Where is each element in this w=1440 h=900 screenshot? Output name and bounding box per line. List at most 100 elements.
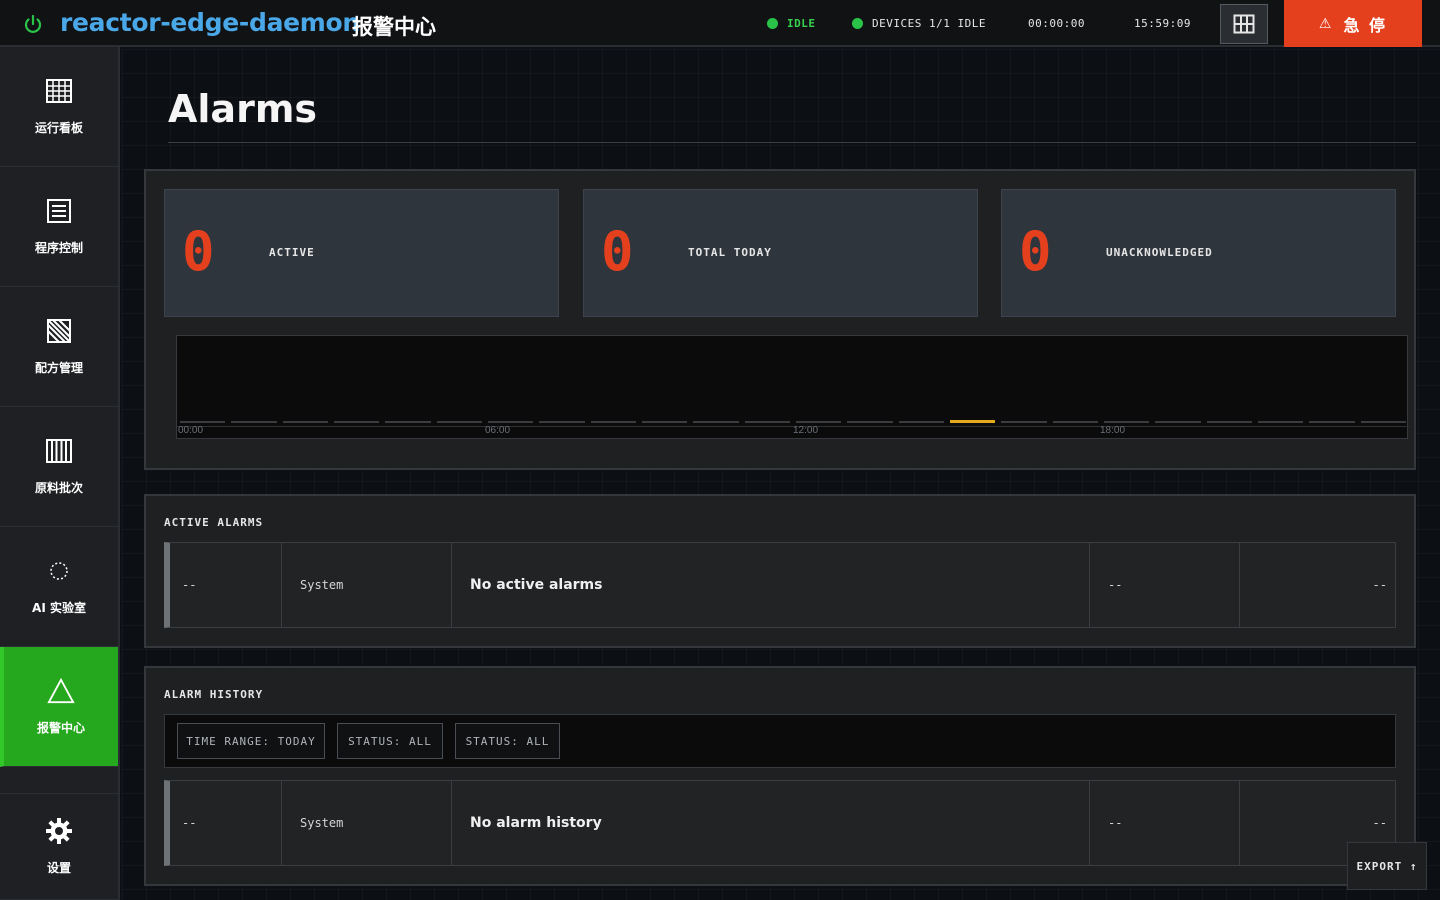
cell-time: -- (170, 543, 282, 627)
stat-label: TOTAL TODAY (688, 246, 772, 259)
timeline-hour-bar (950, 420, 996, 423)
layout-toggle-button[interactable] (1220, 4, 1268, 44)
sidebar-item-label: 设置 (46, 861, 71, 875)
sidebar-item-label: 运行看板 (34, 121, 83, 135)
filter-bar: TIME RANGE: TODAY STATUS: ALL STATUS: AL… (164, 714, 1396, 768)
section-title: ACTIVE ALARMS (164, 516, 264, 529)
stat-value: 0 (1019, 220, 1052, 283)
alarm-summary-panel: 0 ACTIVE 0 TOTAL TODAY 0 UNACKNOWLEDGED … (144, 169, 1416, 470)
cell-message-text: No alarm history (470, 815, 602, 831)
cell-source-text: System (300, 578, 344, 592)
table-row[interactable]: -- System No alarm history -- -- (164, 780, 1396, 866)
hatched-square-icon (45, 317, 73, 345)
cell-source-text: System (300, 816, 344, 830)
sidebar-item-label: 原料批次 (34, 481, 83, 495)
timeline-hour-bar (744, 421, 790, 423)
timeline-tick: 00:00 (178, 425, 204, 436)
warning-triangle-icon (47, 677, 75, 705)
sidebar-item-program-control[interactable]: 程序控制 (0, 167, 118, 287)
cell-status-text: -- (1372, 578, 1387, 592)
timeline-hour-bar (282, 421, 328, 423)
cell-time-text: -- (182, 816, 197, 830)
timeline-hour-bar (1104, 421, 1150, 423)
sidebar-item-recipes[interactable]: 配方管理 (0, 287, 118, 407)
cell-value: -- (1090, 543, 1240, 627)
timeline-hour-bar (693, 421, 739, 423)
timeline-hour-bar (1155, 421, 1201, 423)
cell-message: No active alarms (452, 543, 1090, 627)
emergency-stop-label: 急 停 (1343, 15, 1388, 35)
timeline-hour-bar (231, 421, 277, 423)
filter-status-2[interactable]: STATUS: ALL (455, 723, 560, 759)
export-button[interactable]: EXPORT ↑ (1347, 842, 1427, 890)
cell-message: No alarm history (452, 781, 1090, 865)
devices-status: DEVICES 1/1 IDLE (852, 17, 986, 30)
warning-triangle-icon: ⚠ (1318, 15, 1334, 32)
cell-time: -- (170, 781, 282, 865)
dotted-circle-icon (45, 557, 73, 585)
sidebar-item-label: 报警中心 (36, 721, 85, 735)
stat-card-total-today: 0 TOTAL TODAY (583, 189, 978, 317)
sidebar-item-ai-lab[interactable]: AI 实验室 (0, 527, 118, 647)
timeline-hour-bar (1360, 421, 1406, 423)
page-title: Alarms (168, 87, 318, 131)
timeline-hour-bar (1258, 421, 1304, 423)
status-dot-icon (852, 18, 863, 29)
run-state-label: IDLE (787, 17, 816, 30)
timeline-hour-bar (898, 421, 944, 423)
elapsed-timer: 00:00:00 (1028, 17, 1085, 30)
timeline-hour-bar (796, 421, 842, 423)
filter-time-range[interactable]: TIME RANGE: TODAY (177, 723, 325, 759)
alarm-history-panel: ALARM HISTORY TIME RANGE: TODAY STATUS: … (144, 666, 1416, 886)
stat-label: ACTIVE (269, 246, 315, 259)
cell-status: -- (1240, 543, 1395, 627)
list-icon (45, 197, 73, 225)
timeline-hour-bar (180, 421, 226, 423)
active-alarms-panel: ACTIVE ALARMS -- System No active alarms… (144, 494, 1416, 648)
sidebar: 运行看板 程序控制 配方管理 原料批次 AI 实验室 报警中心 设置 (0, 47, 120, 900)
alarm-timeline: 00:00 06:00 12:00 18:00 (176, 335, 1409, 439)
sidebar-item-label: 程序控制 (34, 241, 83, 255)
cell-time-text: -- (182, 578, 197, 592)
sidebar-item-label: AI 实验室 (32, 601, 86, 615)
cell-value-text: -- (1108, 578, 1123, 592)
table-row[interactable]: -- System No active alarms -- -- (164, 542, 1396, 628)
grid-icon (45, 77, 73, 105)
title-divider (168, 142, 1416, 143)
cell-status-text: -- (1372, 816, 1387, 830)
cell-value-text: -- (1108, 816, 1123, 830)
timeline-tick: 12:00 (793, 425, 819, 436)
sidebar-item-alarms[interactable]: 报警中心 (0, 647, 118, 767)
cell-source: System (282, 543, 452, 627)
stat-label: UNACKNOWLEDGED (1106, 246, 1213, 259)
clock: 15:59:09 (1134, 17, 1191, 30)
timeline-hour-bar (385, 421, 431, 423)
sidebar-item-dashboard[interactable]: 运行看板 (0, 47, 118, 167)
layout-grid-icon (1233, 14, 1255, 34)
section-title: ALARM HISTORY (164, 688, 264, 701)
timeline-hour-bar (1052, 421, 1098, 423)
timeline-tick: 06:00 (485, 425, 511, 436)
timeline-hour-bar (436, 421, 482, 423)
sidebar-item-material-batches[interactable]: 原料批次 (0, 407, 118, 527)
gear-icon (45, 817, 73, 845)
timeline-hour-bar (1001, 421, 1047, 423)
timeline-hour-bar (847, 421, 893, 423)
timeline-tick: 18:00 (1100, 425, 1126, 436)
cell-value: -- (1090, 781, 1240, 865)
stat-value: 0 (601, 220, 634, 283)
emergency-stop-button[interactable]: ⚠ 急 停 (1284, 0, 1422, 47)
filter-status[interactable]: STATUS: ALL (337, 723, 443, 759)
cell-source: System (282, 781, 452, 865)
timeline-hour-bar (1206, 421, 1252, 423)
app-title: reactor-edge-daemon (60, 8, 360, 37)
sidebar-item-settings[interactable]: 设置 (0, 793, 118, 900)
status-dot-icon (767, 18, 778, 29)
barcode-icon (45, 437, 73, 465)
timeline-hour-bar (1309, 421, 1355, 423)
sidebar-item-label: 配方管理 (34, 361, 83, 375)
top-bar: reactor-edge-daemon 报警中心 IDLE DEVICES 1/… (0, 0, 1440, 47)
timeline-hour-bar (334, 421, 380, 423)
main-content: Alarms 0 ACTIVE 0 TOTAL TODAY 0 UNACKNOW… (122, 49, 1440, 900)
timeline-hour-bar (590, 421, 636, 423)
